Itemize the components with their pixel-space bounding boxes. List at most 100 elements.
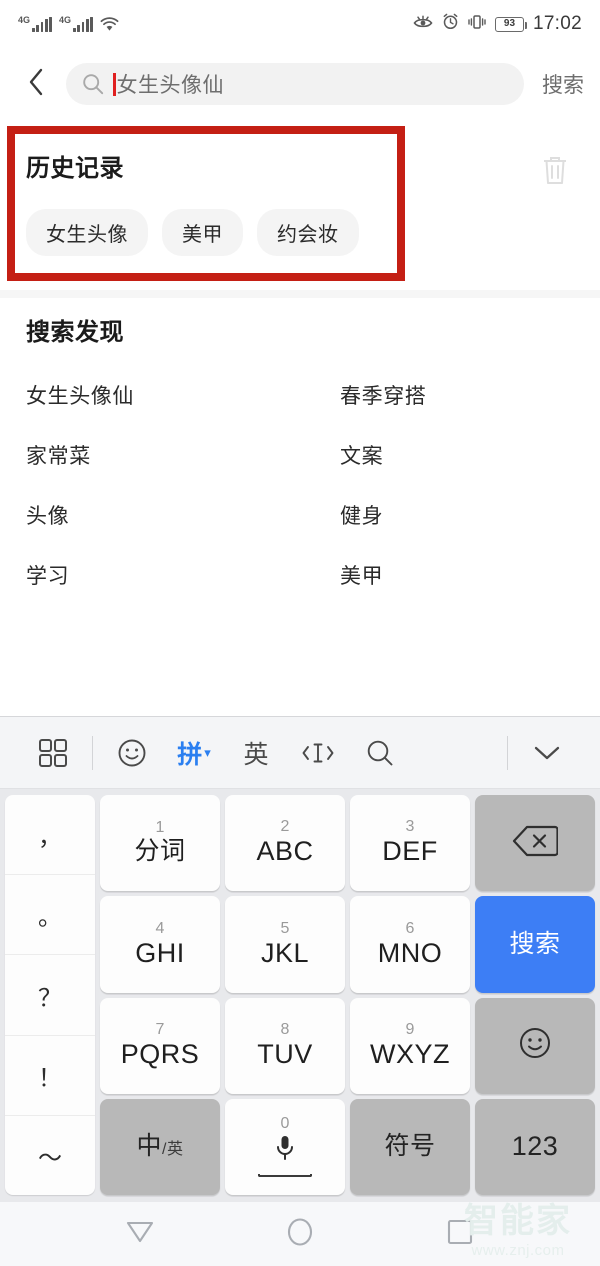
main-key-grid: 1 分词 2 ABC 3 DEF 4 GHI 5 JKL 6 MNO 搜索 7 … <box>100 795 595 1195</box>
key-label: ABC <box>256 836 314 867</box>
spacebar-indicator <box>258 1174 312 1178</box>
key-number: 4 <box>155 919 165 937</box>
lang-main: 中 <box>136 1132 163 1161</box>
discover-item[interactable]: 家常菜 <box>26 425 300 485</box>
nav-back-button[interactable] <box>110 1209 170 1259</box>
key-8[interactable]: 8 TUV <box>225 997 345 1094</box>
key-number: 9 <box>405 1020 415 1038</box>
key-label: DEF <box>382 836 438 867</box>
status-bar: 4G 4G 93 17:02 <box>0 0 600 48</box>
key-number: 6 <box>405 919 415 937</box>
battery-level-label: 93 <box>503 18 516 29</box>
nav-home-button[interactable] <box>270 1209 330 1259</box>
history-tag[interactable]: 女生头像 <box>26 209 148 256</box>
discover-item[interactable]: 学习 <box>26 545 300 605</box>
pinyin-mode-button[interactable]: 拼 ▾ <box>163 724 225 782</box>
key-number: 2 <box>280 818 290 836</box>
key-label: MNO <box>377 937 443 968</box>
discover-item[interactable]: 女生头像仙 <box>26 365 300 425</box>
history-tag[interactable]: 美甲 <box>162 209 243 256</box>
key-space-voice[interactable]: 0 <box>225 1098 345 1195</box>
key-numeric[interactable]: 123 <box>475 1098 595 1195</box>
discover-grid: 女生头像仙 春季穿搭 家常菜 文案 头像 健身 学习 美甲 <box>26 365 574 605</box>
toolbar-divider <box>507 735 508 770</box>
triangle-back-icon <box>125 1219 155 1250</box>
key-label: PQRS <box>120 1038 200 1069</box>
key-number: 3 <box>405 818 415 836</box>
punct-key-tilde[interactable]: ～ <box>5 1116 95 1195</box>
search-history-section: 历史记录 女生头像 美甲 约会妆 <box>0 126 600 298</box>
circle-home-icon <box>286 1217 314 1252</box>
history-tag-list: 女生头像 美甲 约会妆 <box>26 209 600 256</box>
system-navigation-bar <box>0 1202 600 1266</box>
text-cursor <box>113 72 116 96</box>
key-5[interactable]: 5 JKL <box>225 896 345 993</box>
discover-item[interactable]: 文案 <box>300 425 574 485</box>
alarm-clock-icon <box>442 13 459 35</box>
battery-indicator: 93 <box>494 16 527 32</box>
network-type-label-1: 4G <box>18 14 31 25</box>
status-time: 17:02 <box>532 13 582 34</box>
key-label: 搜索 <box>509 929 561 958</box>
key-label: 符号 <box>384 1132 436 1161</box>
punct-key-period[interactable]: 。 <box>5 875 95 956</box>
english-mode-button[interactable]: 英 <box>225 724 287 782</box>
smiley-icon[interactable] <box>101 724 163 782</box>
key-emoji[interactable] <box>475 997 595 1094</box>
network-type-label-2: 4G <box>59 14 72 25</box>
trash-icon[interactable] <box>540 154 570 191</box>
punct-key-question[interactable]: ？ <box>5 955 95 1036</box>
backspace-icon <box>512 825 559 862</box>
square-recents-icon <box>447 1219 473 1250</box>
smiley-icon <box>518 1026 552 1065</box>
key-label: WXYZ <box>370 1038 450 1069</box>
signal-icon-sim1: 4G <box>18 14 52 32</box>
keyboard-toolbar: 拼 ▾ 英 <box>0 717 600 789</box>
search-submit-button[interactable]: 搜索 <box>542 69 584 99</box>
key-1[interactable]: 1 分词 <box>100 795 220 892</box>
key-6[interactable]: 6 MNO <box>350 896 470 993</box>
back-button[interactable] <box>16 64 56 104</box>
discover-item[interactable]: 健身 <box>300 485 574 545</box>
chevron-left-icon <box>28 68 44 101</box>
key-3[interactable]: 3 DEF <box>350 795 470 892</box>
key-7[interactable]: 7 PQRS <box>100 997 220 1094</box>
section-divider <box>0 290 600 298</box>
discover-title: 搜索发现 <box>26 319 124 346</box>
key-label: JKL <box>260 937 310 968</box>
discover-item[interactable]: 美甲 <box>300 545 574 605</box>
key-symbols[interactable]: 符号 <box>350 1098 470 1195</box>
key-9[interactable]: 9 WXYZ <box>350 997 470 1094</box>
key-4[interactable]: 4 GHI <box>100 896 220 993</box>
punct-key-comma[interactable]: ， <box>5 795 95 876</box>
keyboard-search-icon[interactable] <box>349 724 411 782</box>
key-number: 1 <box>155 819 165 837</box>
toolbar-divider <box>92 735 93 770</box>
status-left-icons: 4G 4G <box>18 14 119 32</box>
cursor-move-icon[interactable] <box>287 724 349 782</box>
key-number: 7 <box>155 1020 165 1038</box>
key-language-toggle[interactable]: 中/英 <box>100 1098 220 1195</box>
eye-comfort-icon <box>413 14 433 35</box>
key-2[interactable]: 2 ABC <box>225 795 345 892</box>
wifi-icon <box>100 16 119 32</box>
discover-item[interactable]: 头像 <box>26 485 300 545</box>
key-search-enter[interactable]: 搜索 <box>475 896 595 993</box>
status-right-icons: 93 17:02 <box>413 13 582 35</box>
search-input-value: 女生头像仙 <box>116 74 224 97</box>
key-number: 5 <box>280 919 290 937</box>
key-label: TUV <box>257 1038 313 1069</box>
chevron-down-icon[interactable] <box>516 724 578 782</box>
search-input[interactable]: 女生头像仙 <box>66 63 524 105</box>
nav-recents-button[interactable] <box>430 1209 490 1259</box>
key-backspace[interactable] <box>475 795 595 892</box>
punct-key-exclamation[interactable]: ！ <box>5 1036 95 1116</box>
key-label: 分词 <box>134 837 186 866</box>
discover-item[interactable]: 春季穿搭 <box>300 365 574 425</box>
signal-icon-sim2: 4G <box>59 14 93 32</box>
phone-screen: 4G 4G 93 17:02 女生头像仙 搜索 历史记录 女生头像 美甲 约会妆… <box>0 0 600 1266</box>
grid-icon[interactable] <box>22 724 84 782</box>
history-tag[interactable]: 约会妆 <box>257 209 359 256</box>
microphone-icon <box>275 1134 295 1167</box>
virtual-keyboard: 拼 ▾ 英 ， 。 ？ ！ ～ 1 分词 2 ABC 3 DEF 4 GHI 5… <box>0 716 600 1202</box>
